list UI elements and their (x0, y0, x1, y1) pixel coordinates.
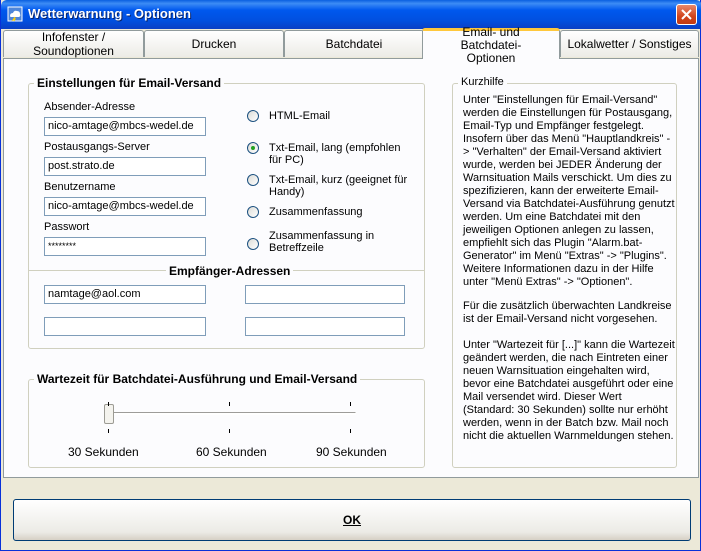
radio-txt-short[interactable] (247, 174, 259, 186)
slider-tick (229, 402, 230, 406)
help-title: Kurzhilfe (458, 76, 507, 88)
password-field[interactable]: ******** (44, 237, 206, 256)
username-field[interactable]: nico-amtage@mbcs-wedel.de (44, 197, 206, 216)
email-settings-title: Einstellungen für Email-Versand (34, 76, 225, 90)
window-title: Wetterwarnung - Optionen (28, 6, 191, 21)
recipient-field-4[interactable] (245, 317, 405, 336)
radio-summary[interactable] (247, 206, 259, 218)
close-button[interactable] (676, 4, 697, 25)
radio-txt-short-label: Txt-Email, kurz (geeignet für Handy) (269, 174, 408, 198)
sender-field[interactable]: nico-amtage@mbcs-wedel.de (44, 117, 206, 136)
radio-summary-subject-label: Zusammenfassung in Betreffzeile (269, 230, 375, 254)
server-field[interactable]: post.strato.de (44, 157, 206, 176)
close-icon (681, 9, 692, 20)
tick-label-60: 60 Sekunden (196, 445, 267, 459)
help-paragraph-3: Unter "Wartezeit für [...]" kann die War… (463, 339, 678, 442)
tab-infofenster[interactable]: Infofenster / Soundoptionen (3, 30, 144, 58)
wait-slider-thumb[interactable] (104, 404, 114, 424)
recipient-field-3[interactable] (44, 317, 206, 336)
radio-html-email[interactable] (247, 110, 259, 122)
title-bar[interactable]: Wetterwarnung - Optionen (1, 0, 701, 29)
server-label: Postausgangs-Server (44, 141, 150, 153)
tab-batchdatei[interactable]: Batchdatei (284, 30, 424, 57)
radio-summary-subject[interactable] (247, 238, 259, 250)
tab-label: Batchdatei (325, 37, 383, 51)
ok-button[interactable]: OK (13, 499, 691, 541)
password-label: Passwort (44, 221, 90, 233)
cloud-app-icon (7, 6, 23, 22)
radio-summary-label: Zusammenfassung (269, 206, 363, 218)
tab-label: Lokalwetter / Sonstiges (567, 37, 692, 51)
recipients-title: Empfänger-Adressen (166, 264, 294, 278)
slider-tick (108, 429, 109, 433)
wait-time-title: Wartezeit für Batchdatei-Ausführung und … (34, 372, 361, 386)
help-paragraph-2: Für die zusätzlich überwachten Landkreis… (463, 300, 675, 325)
tab-panel: Einstellungen für Email-Versand Absender… (3, 58, 699, 478)
slider-tick (350, 429, 351, 433)
slider-tick (229, 429, 230, 433)
tick-label-30: 30 Sekunden (68, 445, 139, 459)
radio-txt-long[interactable] (247, 142, 259, 154)
radio-html-email-label: HTML-Email (269, 110, 331, 122)
tab-lokalwetter[interactable]: Lokalwetter / Sonstiges (560, 30, 699, 57)
username-label: Benutzername (44, 181, 116, 193)
sender-label: Absender-Adresse (44, 101, 136, 113)
help-paragraph-1: Unter "Einstellungen für Email-Versand" … (463, 94, 678, 288)
tab-label: Infofenster / Soundoptionen (33, 30, 114, 58)
recipient-field-2[interactable] (245, 285, 405, 304)
recipient-field-1[interactable]: namtage@aol.com (44, 285, 206, 304)
slider-tick (108, 402, 109, 406)
wait-slider-track[interactable] (104, 412, 356, 415)
slider-tick (350, 402, 351, 406)
radio-txt-long-label: Txt-Email, lang (empfohlen für PC) (269, 142, 401, 166)
tab-label: Drucken (191, 37, 237, 51)
tab-drucken[interactable]: Drucken (144, 30, 284, 57)
options-window: Wetterwarnung - Optionen Infofenster / S… (0, 0, 701, 551)
tab-email-batchdatei-optionen[interactable]: Email- und Batchdatei-Optionen (422, 25, 560, 64)
tab-label: Email- und Batchdatei-Optionen (460, 24, 522, 65)
tick-label-90: 90 Sekunden (316, 445, 387, 459)
ok-button-label: OK (343, 513, 361, 527)
